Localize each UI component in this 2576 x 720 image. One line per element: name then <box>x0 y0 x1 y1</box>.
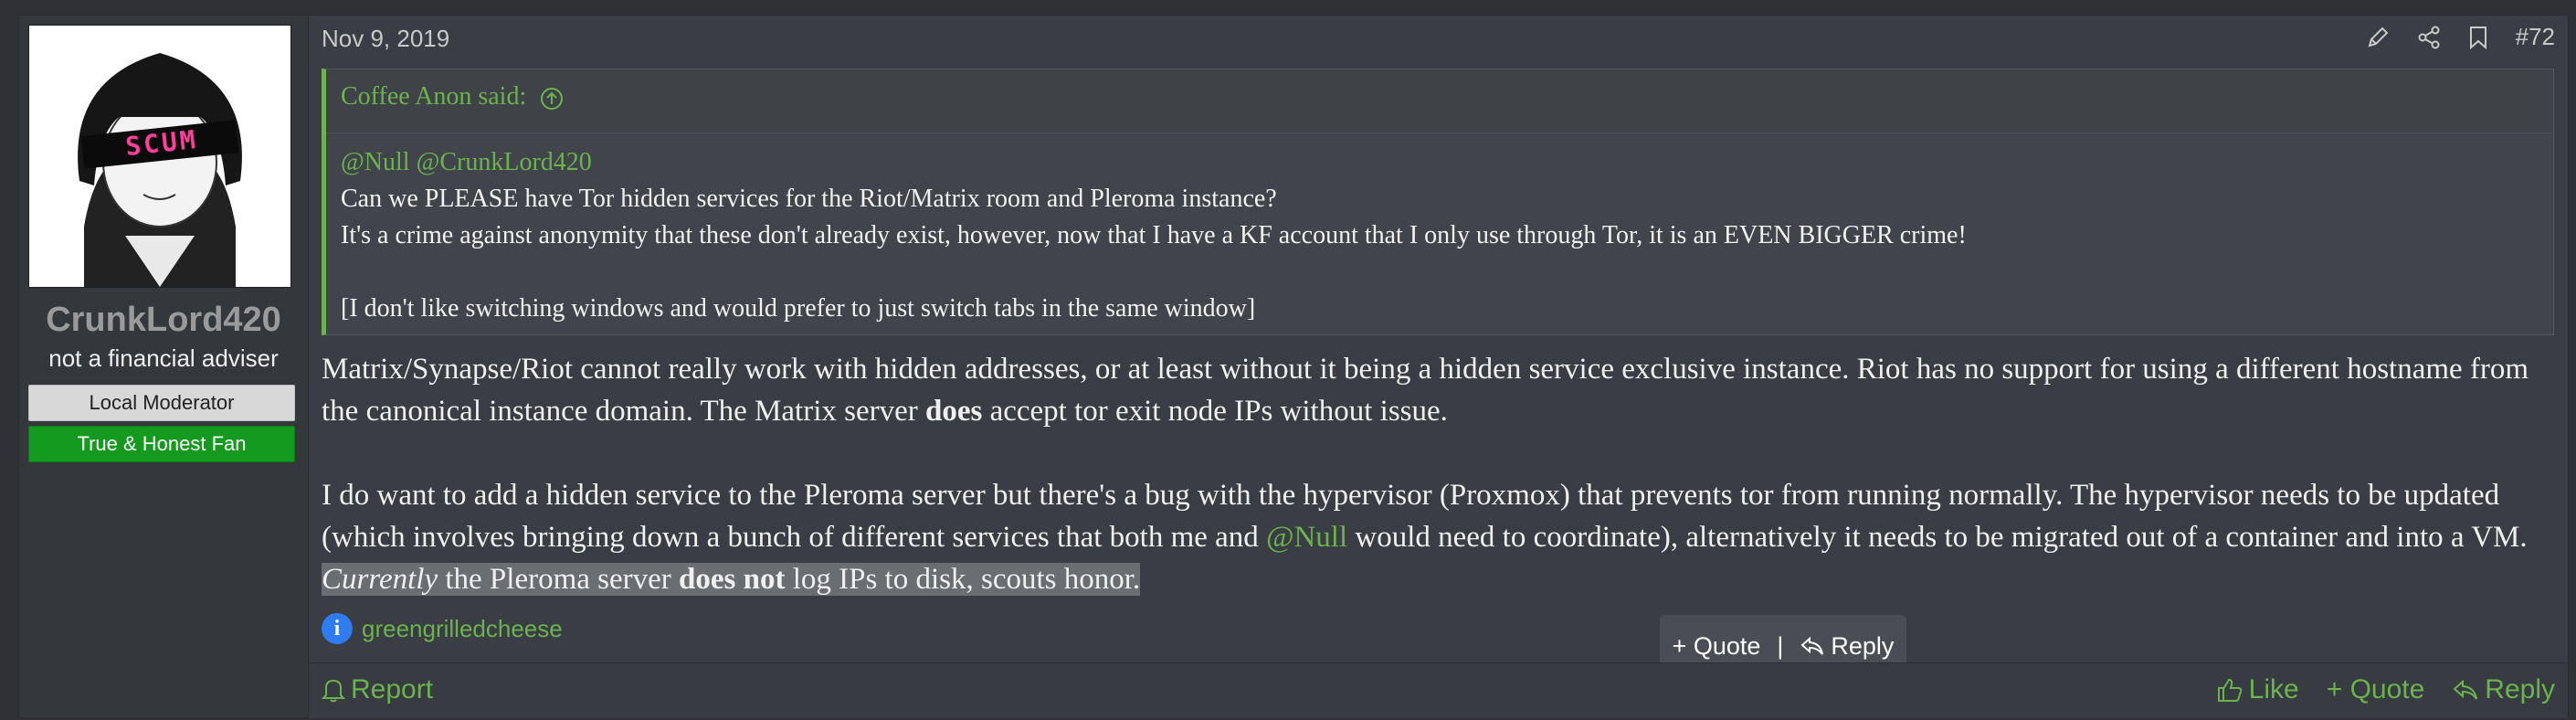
like-label: Like <box>2248 674 2299 704</box>
body-text-span: would need to coordinate), alternatively… <box>1347 521 2528 554</box>
post-date[interactable]: Nov 9, 2019 <box>322 25 449 53</box>
bookmark-icon[interactable] <box>2468 26 2488 49</box>
selected-text: Currently the Pleroma server does not lo… <box>322 563 1141 596</box>
banner-local-moderator: Local Moderator <box>28 385 295 421</box>
body-text-span: accept tor exit node IPs without issue. <box>982 395 1448 428</box>
popup-reply-label: Reply <box>1831 631 1895 660</box>
post-footer: Report Like + Quote Reply <box>309 662 2568 718</box>
quote-content: @Null @CrunkLord420 Can we PLEASE have T… <box>341 144 2533 327</box>
body-paragraph-1: Matrix/Synapse/Riot cannot really work w… <box>322 348 2550 432</box>
banner-true-honest-fan: True & Honest Fan <box>28 426 295 462</box>
footer-quote-button[interactable]: + Quote <box>2327 674 2425 705</box>
user-title: not a financial adviser <box>48 344 279 372</box>
report-button[interactable]: Report <box>322 674 433 705</box>
reaction-user[interactable]: greengrilledcheese <box>362 615 563 643</box>
arrow-up-circle-icon[interactable] <box>540 87 564 111</box>
post-body: Matrix/Synapse/Riot cannot really work w… <box>322 348 2550 600</box>
thumbs-up-icon <box>2216 676 2243 704</box>
body-paragraph-2: I do want to add a hidden service to the… <box>322 474 2550 600</box>
quote-attribution[interactable]: Coffee Anon said: <box>341 82 526 111</box>
mention-null-link[interactable]: @Null <box>1266 521 1347 554</box>
quote-line-2: It's a crime against anonymity that thes… <box>341 221 1967 249</box>
footer-actions: Like + Quote Reply <box>2216 674 2555 705</box>
popup-separator: | <box>1777 631 1784 660</box>
footer-reply-label: Reply <box>2485 674 2555 704</box>
quote-mentions[interactable]: @Null @CrunkLord420 <box>341 144 2533 181</box>
body-bold-span: does <box>924 395 983 428</box>
body-italic-span: Currently <box>322 563 438 596</box>
post-main: Nov 9, 2019 #72 Coffee Anon said: @Null … <box>309 16 2568 718</box>
body-text-span: the Pleroma server <box>438 563 680 596</box>
body-text-span: log IPs to disk, scouts honor. <box>785 563 1141 596</box>
body-bold-span: does not <box>679 563 786 596</box>
forum-post: SCUM CrunkLord420 not a financial advise… <box>18 15 2569 718</box>
user-sidebar: SCUM CrunkLord420 not a financial advise… <box>19 16 309 717</box>
username[interactable]: CrunkLord420 <box>19 301 308 340</box>
quote-line-1: Can we PLEASE have Tor hidden services f… <box>341 185 1277 213</box>
popup-reply-button[interactable]: Reply <box>1800 632 1894 661</box>
footer-reply-button[interactable]: Reply <box>2452 674 2555 705</box>
info-icon: i <box>322 613 353 644</box>
footer-quote-label: + Quote <box>2326 674 2425 704</box>
reply-icon <box>1800 635 1825 657</box>
avatar[interactable]: SCUM <box>28 25 291 288</box>
edit-icon[interactable] <box>2366 26 2390 49</box>
share-icon[interactable] <box>2417 26 2441 49</box>
bell-icon <box>322 677 345 703</box>
quote-line-3: [I don't like switching windows and woul… <box>341 294 1256 323</box>
like-button[interactable]: Like <box>2216 674 2299 705</box>
reactions-bar: i greengrilledcheese <box>322 613 563 644</box>
quote-header[interactable]: Coffee Anon said: <box>326 69 2553 133</box>
report-label: Report <box>351 674 434 704</box>
quote-block: Coffee Anon said: @Null @CrunkLord420 Ca… <box>322 69 2554 335</box>
reply-icon <box>2452 678 2479 702</box>
post-actions-top: #72 <box>2366 23 2555 51</box>
post-number[interactable]: #72 <box>2516 23 2555 51</box>
popup-quote-button[interactable]: + Quote <box>1673 632 1761 661</box>
